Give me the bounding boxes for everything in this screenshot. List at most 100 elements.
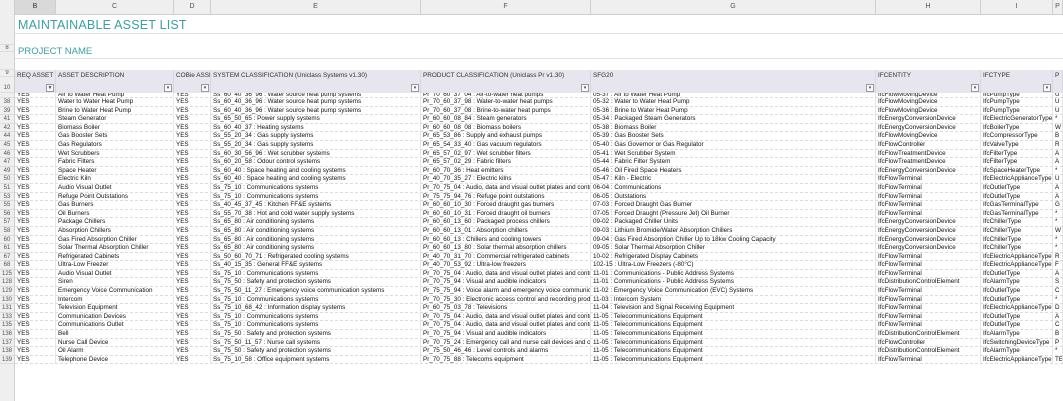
cell-sf[interactable]: 05-36 : Brine to Water Heat Pump [591, 106, 876, 115]
row-number[interactable]: 44 [0, 132, 14, 141]
cell-cobie[interactable]: YES [174, 304, 211, 312]
cell-desc[interactable]: Refrigerated Cabinets [56, 252, 174, 261]
cell-ifc[interactable]: IfcEnergyConversionDevice [876, 166, 981, 175]
cell-sf[interactable]: 11-02 : Emergency Voice Communication (E… [591, 287, 876, 295]
cell-ifc[interactable]: IfcFlowMovingDevice [876, 98, 981, 106]
filter-dropdown-icon[interactable]: ▾ [1043, 84, 1051, 92]
cell-prod[interactable]: Pr_60_60_13_60 : Packaged process chille… [421, 218, 591, 226]
cell-p[interactable]: C [1053, 287, 1063, 295]
cell-cobie[interactable]: YES [174, 218, 211, 226]
cell-ifc[interactable]: IfcEnergyConversionDevice [876, 218, 981, 226]
filter-active-icon[interactable]: ▼ [46, 84, 54, 92]
cell-cobie[interactable]: YES [174, 226, 211, 235]
cell-cobie[interactable]: YES [174, 183, 211, 192]
filter-dropdown-icon[interactable]: ▾ [201, 84, 209, 92]
cell-cobie[interactable]: YES [174, 338, 211, 347]
cell-req[interactable]: YES [15, 209, 56, 218]
cell-p[interactable]: U [1053, 93, 1063, 97]
cell-ifc[interactable]: IfcEnergyConversionDevice [876, 235, 981, 244]
cell-p[interactable]: F [1053, 261, 1063, 269]
cell-sf[interactable]: 07-05 : Forced Draught (Pressure Jet) Oi… [591, 209, 876, 218]
column-header-e[interactable]: E [211, 0, 421, 14]
cell-sf[interactable]: 11-05 : Telecommunications Equipment [591, 330, 876, 338]
row-number[interactable]: 39 [0, 107, 14, 116]
cell-sf[interactable]: 09-05 : Solar Thermal Absorption Chiller [591, 244, 876, 252]
row-number[interactable]: 57 [0, 218, 14, 227]
cell-cobie[interactable]: YES [174, 321, 211, 330]
row-number[interactable]: 9 [0, 70, 14, 77]
cell-desc[interactable]: Oil Alarm [56, 347, 174, 355]
cell-sf[interactable]: 102-15 : Ultra-Low Freezers (-80°C) [591, 261, 876, 269]
cell-ifct[interactable]: IfcElectricApplianceType [981, 175, 1053, 183]
row-number[interactable]: 131 [0, 304, 14, 313]
cell-p[interactable]: U [1053, 175, 1063, 183]
column-header-f[interactable]: F [421, 0, 591, 14]
cell-sf[interactable]: 11-03 : Intercom System [591, 295, 876, 304]
row-number[interactable]: 129 [0, 287, 14, 296]
cell-req[interactable]: YES [15, 226, 56, 235]
column-header-p[interactable]: P [1053, 0, 1063, 14]
column-header-g[interactable]: G [591, 0, 876, 14]
cell-sys[interactable]: Ss_75_10_58 : Office equipment systems [211, 355, 421, 364]
cell-sys[interactable]: Ss_40_45_37_45 : Kitchen FF&E systems [211, 201, 421, 209]
cell-sf[interactable]: 11-05 : Telecommunications Equipment [591, 321, 876, 330]
cell-sys[interactable]: Ss_55_20_34 : Gas supply systems [211, 140, 421, 149]
cell-req[interactable]: YES [15, 149, 56, 158]
cell-req[interactable]: YES [15, 158, 56, 166]
cell-prod[interactable]: Pr_70_75_24 : Emergency call and nurse c… [421, 338, 591, 347]
cell-ifct[interactable]: IfcOutletType [981, 269, 1053, 278]
cell-req[interactable]: YES [15, 244, 56, 252]
cell-p[interactable]: A [1053, 269, 1063, 278]
cell-sys[interactable]: Ss_65_50_65 : Power supply systems [211, 115, 421, 123]
cell-sys[interactable]: Ss_60_40 : Space heating and cooling sys… [211, 175, 421, 183]
cell-sys[interactable]: Ss_60_40_36_96 : Water source heat pump … [211, 93, 421, 97]
cell-sys[interactable]: Ss_75_50 : Safety and protection systems [211, 330, 421, 338]
cell-prod[interactable]: Pr_65_57_02_97 : Wet scrubber filters [421, 149, 591, 158]
cell-desc[interactable]: Audio Visual Outlet [56, 183, 174, 192]
cell-prod[interactable]: Pr_70_75_30 : Electronic access control … [421, 295, 591, 304]
cell-ifct[interactable]: IfcChillerType [981, 226, 1053, 235]
cell-p[interactable]: W [1053, 226, 1063, 235]
cell-cobie[interactable]: YES [174, 244, 211, 252]
cell-sys[interactable]: Ss_40_15_35 : General FF&E systems [211, 261, 421, 269]
cell-req[interactable]: YES [15, 106, 56, 115]
cell-prod[interactable]: Pr_60_70_36 : Heat emitters [421, 166, 591, 175]
filter-dropdown-icon[interactable]: ▾ [866, 84, 874, 92]
row-number[interactable]: 125 [0, 270, 14, 279]
cell-cobie[interactable]: YES [174, 192, 211, 201]
cell-sys[interactable]: Ss_65_80 : Air conditioning systems [211, 244, 421, 252]
cell-p[interactable]: A [1053, 158, 1063, 166]
cell-sf[interactable]: 11-05 : Telecommunications Equipment [591, 347, 876, 355]
row-number[interactable]: 61 [0, 244, 14, 253]
cell-ifct[interactable]: IfcFilterType [981, 149, 1053, 158]
cell-sf[interactable]: 11-04 : Television and Signal Receiving … [591, 304, 876, 312]
column-header-c[interactable]: C [56, 0, 174, 14]
cell-prod[interactable]: Pr_60_60_13 : Chillers and cooling tower… [421, 235, 591, 244]
cell-p[interactable]: R [1053, 252, 1063, 261]
cell-desc[interactable]: Biomass Boiler [56, 123, 174, 132]
cell-desc[interactable]: Communication Devices [56, 312, 174, 321]
cell-p[interactable]: S [1053, 278, 1063, 287]
cell-cobie[interactable]: YES [174, 93, 211, 97]
cell-cobie[interactable]: YES [174, 235, 211, 244]
cell-sf[interactable]: 06-04 : Communications [591, 183, 876, 192]
cell-p[interactable]: * [1053, 218, 1063, 226]
column-header-i[interactable]: I [981, 0, 1053, 14]
cell-ifct[interactable]: IfcPumpType [981, 106, 1053, 115]
row-number[interactable]: 128 [0, 278, 14, 288]
cell-req[interactable]: YES [15, 166, 56, 175]
cell-sf[interactable]: 05-38 : Biomass Boiler [591, 123, 876, 132]
row-number[interactable]: 55 [0, 201, 14, 210]
cell-sys[interactable]: Ss_60_20_58 : Odour control systems [211, 158, 421, 166]
cell-cobie[interactable]: YES [174, 209, 211, 218]
cell-cobie[interactable]: YES [174, 312, 211, 321]
cell-prod[interactable]: Pr_70_75_04 : Audio, data and visual out… [421, 183, 591, 192]
cell-p[interactable]: C [1053, 321, 1063, 330]
cell-prod[interactable]: Pr_60_60_13_80 : Solar thermal absorptio… [421, 244, 591, 252]
cell-desc[interactable]: Refuge Point Outstations [56, 192, 174, 201]
cell-ifct[interactable]: IfcElectricGeneratorType [981, 115, 1053, 123]
cell-ifct[interactable]: IfcFilterType [981, 158, 1053, 166]
cell-ifc[interactable]: IfcFlowMovingDevice [876, 106, 981, 115]
filter-dropdown-icon[interactable]: ▾ [164, 84, 172, 92]
cell-sf[interactable]: 09-03 : Lithium Bromide/Water Absorption… [591, 226, 876, 235]
